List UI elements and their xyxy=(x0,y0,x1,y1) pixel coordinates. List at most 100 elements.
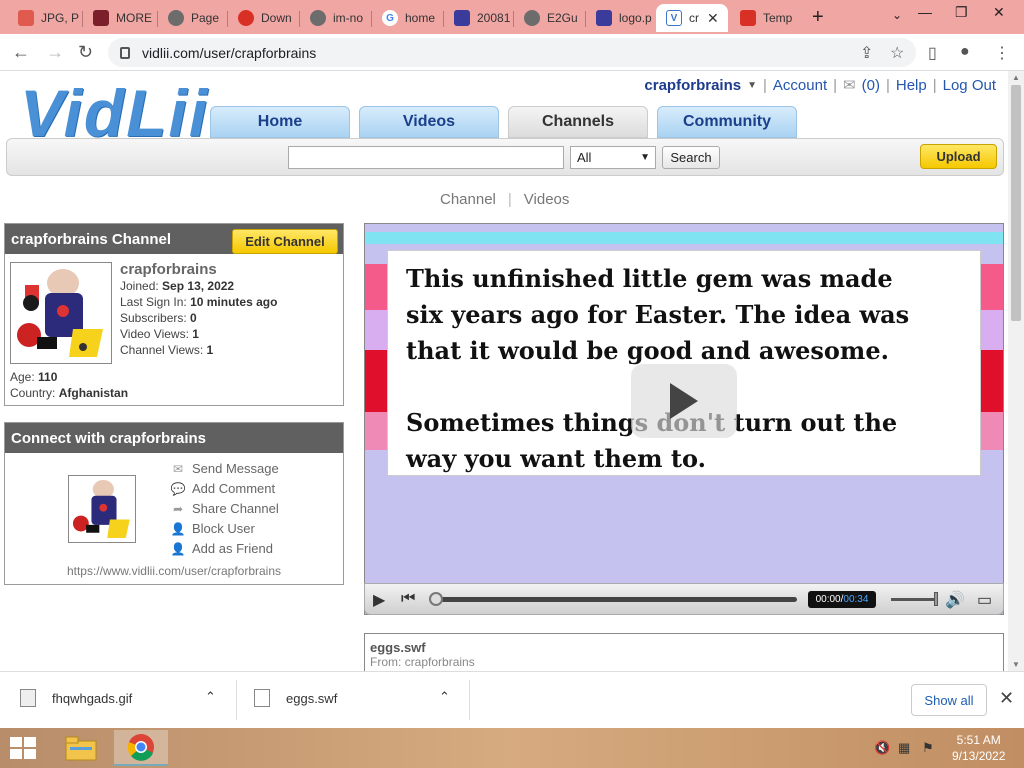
search-button[interactable]: Search xyxy=(662,146,720,169)
block-user-link[interactable]: 👤 Block User xyxy=(170,521,255,536)
chrome-icon[interactable] xyxy=(114,730,168,766)
account-link[interactable]: Account xyxy=(773,77,827,94)
nav-tab-channels[interactable]: Channels xyxy=(508,106,648,138)
nav-tab-community[interactable]: Community xyxy=(657,106,797,138)
add-friend-link[interactable]: 👤 Add as Friend xyxy=(170,541,273,556)
play-overlay-button[interactable] xyxy=(631,364,737,438)
fullscreen-icon[interactable]: ▭ xyxy=(977,590,992,610)
comment-icon: 💬 xyxy=(170,481,186,496)
video-text-card: This unfinished little gem was made six … xyxy=(387,250,981,476)
lock-icon xyxy=(120,46,130,59)
scroll-up-icon[interactable]: ▲ xyxy=(1012,73,1020,82)
chevron-up-icon[interactable]: ⌃ xyxy=(205,689,216,705)
scroll-down-icon[interactable]: ▼ xyxy=(1012,660,1020,669)
chevron-up-icon[interactable]: ⌃ xyxy=(439,689,450,705)
progress-track[interactable] xyxy=(435,597,797,602)
video-info-box: eggs.swf From: crapforbrains xyxy=(364,633,1004,671)
forward-icon[interactable]: → xyxy=(46,42,64,63)
close-icon[interactable]: ✕ xyxy=(999,688,1014,709)
subnav-channel[interactable]: Channel xyxy=(440,191,496,208)
scrollbar-thumb[interactable] xyxy=(1011,85,1021,321)
download-item[interactable]: fhqwhgads.gif xyxy=(20,689,132,707)
volume-muted-icon[interactable]: 🔇 xyxy=(874,740,890,756)
profile-icon[interactable]: ● xyxy=(960,43,970,61)
avatar[interactable] xyxy=(10,262,112,364)
browser-tab[interactable]: Page xyxy=(158,4,228,32)
volume-knob[interactable] xyxy=(934,592,938,606)
channel-demographics: Age: 110 Country: Afghanistan xyxy=(10,370,129,400)
tab-favicon-icon xyxy=(454,10,470,26)
tab-favicon-icon xyxy=(310,10,326,26)
taskbar: 🔇 ▦ ⚑ 5:51 AM 9/13/2022 xyxy=(0,728,1024,768)
browser-tab[interactable]: Temp xyxy=(730,4,802,32)
subnav-videos[interactable]: Videos xyxy=(524,191,570,208)
help-link[interactable]: Help xyxy=(896,77,927,94)
browser-tab[interactable]: im-no xyxy=(300,4,372,32)
browser-tab[interactable]: 20081 xyxy=(444,4,514,32)
share-icon[interactable]: ⇪ xyxy=(860,43,873,63)
progress-knob[interactable] xyxy=(429,592,443,606)
search-category-select[interactable]: All ▼ xyxy=(570,146,656,169)
skip-back-icon[interactable]: ⏮ xyxy=(401,590,415,608)
channel-info-box: crapforbrains Channel Edit Channel crapf… xyxy=(4,223,344,406)
back-icon[interactable]: ← xyxy=(12,42,30,63)
inbox-count[interactable]: (0) xyxy=(862,77,880,94)
bookmark-star-icon[interactable]: ☆ xyxy=(890,43,904,63)
volume-icon[interactable]: 🔊 xyxy=(945,590,965,610)
browser-toolbar: ← → ↻ vidlii.com/user/crapforbrains ⇪ ☆ … xyxy=(0,34,1024,71)
tab-favicon-icon xyxy=(524,10,540,26)
address-bar[interactable]: vidlii.com/user/crapforbrains xyxy=(108,38,916,67)
nav-tab-videos[interactable]: Videos xyxy=(359,106,499,138)
page-content: VidLii crapforbrains ▼ | Account | ✉ (0)… xyxy=(0,71,1008,671)
envelope-icon[interactable]: ✉ xyxy=(843,76,856,94)
browser-tab-active[interactable]: Vcr ✕ xyxy=(656,4,728,32)
uploader-link[interactable]: crapforbrains xyxy=(405,655,475,669)
restore-icon[interactable]: ❐ xyxy=(955,4,968,21)
minimize-icon[interactable]: — xyxy=(918,4,932,20)
close-window-icon[interactable]: ✕ xyxy=(993,4,1005,21)
browser-tab[interactable]: Ghome xyxy=(372,4,444,32)
username-link[interactable]: crapforbrains xyxy=(644,77,741,94)
browser-tab[interactable]: logo.p xyxy=(586,4,656,32)
browser-tab[interactable]: MORE xyxy=(83,4,158,32)
send-message-link[interactable]: ✉ Send Message xyxy=(170,461,279,476)
file-explorer-icon[interactable] xyxy=(54,730,108,766)
download-item[interactable]: eggs.swf xyxy=(254,689,337,707)
share-channel-link[interactable]: ➦ Share Channel xyxy=(170,501,279,516)
add-comment-link[interactable]: 💬 Add Comment xyxy=(170,481,276,496)
tab-favicon-icon xyxy=(168,10,184,26)
tab-favicon-icon xyxy=(238,10,254,26)
new-tab-icon[interactable]: + xyxy=(812,6,824,29)
logout-link[interactable]: Log Out xyxy=(943,77,996,94)
network-icon[interactable]: ▦ xyxy=(898,740,910,756)
page-scrollbar[interactable]: ▲ ▼ xyxy=(1008,71,1024,671)
browser-tab[interactable]: E2Gu xyxy=(514,4,586,32)
menu-icon[interactable]: ⋮ xyxy=(994,43,1010,63)
sidepanel-icon[interactable]: ▯ xyxy=(928,43,937,63)
chevron-down-icon[interactable]: ⌄ xyxy=(892,8,902,22)
system-clock[interactable]: 5:51 AM 9/13/2022 xyxy=(952,732,1005,764)
video-player[interactable]: This unfinished little gem was made six … xyxy=(364,223,1004,615)
browser-tab[interactable]: Down xyxy=(228,4,300,32)
close-tab-icon[interactable]: ✕ xyxy=(707,10,719,27)
upload-button[interactable]: Upload xyxy=(920,144,997,169)
show-all-button[interactable]: Show all xyxy=(911,684,987,716)
alert-flag-icon[interactable]: ⚑ xyxy=(922,740,934,756)
video-filename: eggs.swf xyxy=(370,640,426,655)
reload-icon[interactable]: ↻ xyxy=(78,42,93,63)
chevron-down-icon[interactable]: ▼ xyxy=(747,80,757,91)
edit-channel-button[interactable]: Edit Channel xyxy=(232,229,338,254)
windows-start-icon[interactable] xyxy=(10,737,38,761)
channel-name[interactable]: crapforbrains xyxy=(120,262,277,278)
channel-url[interactable]: https://www.vidlii.com/user/crapforbrain… xyxy=(5,564,343,578)
avatar[interactable] xyxy=(68,475,136,543)
channel-stats: crapforbrains Joined: Sep 13, 2022 Last … xyxy=(120,261,278,358)
play-icon[interactable]: ▶ xyxy=(373,590,385,610)
nav-tab-home[interactable]: Home xyxy=(210,106,350,138)
search-input[interactable] xyxy=(288,146,564,169)
chevron-down-icon: ▼ xyxy=(640,152,650,163)
browser-tab[interactable]: JPG, P xyxy=(8,4,83,32)
download-bar: fhqwhgads.gif ⌃ eggs.swf ⌃ Show all ✕ xyxy=(0,671,1024,728)
vidlii-icon: V xyxy=(666,10,682,26)
volume-track[interactable] xyxy=(891,598,937,601)
